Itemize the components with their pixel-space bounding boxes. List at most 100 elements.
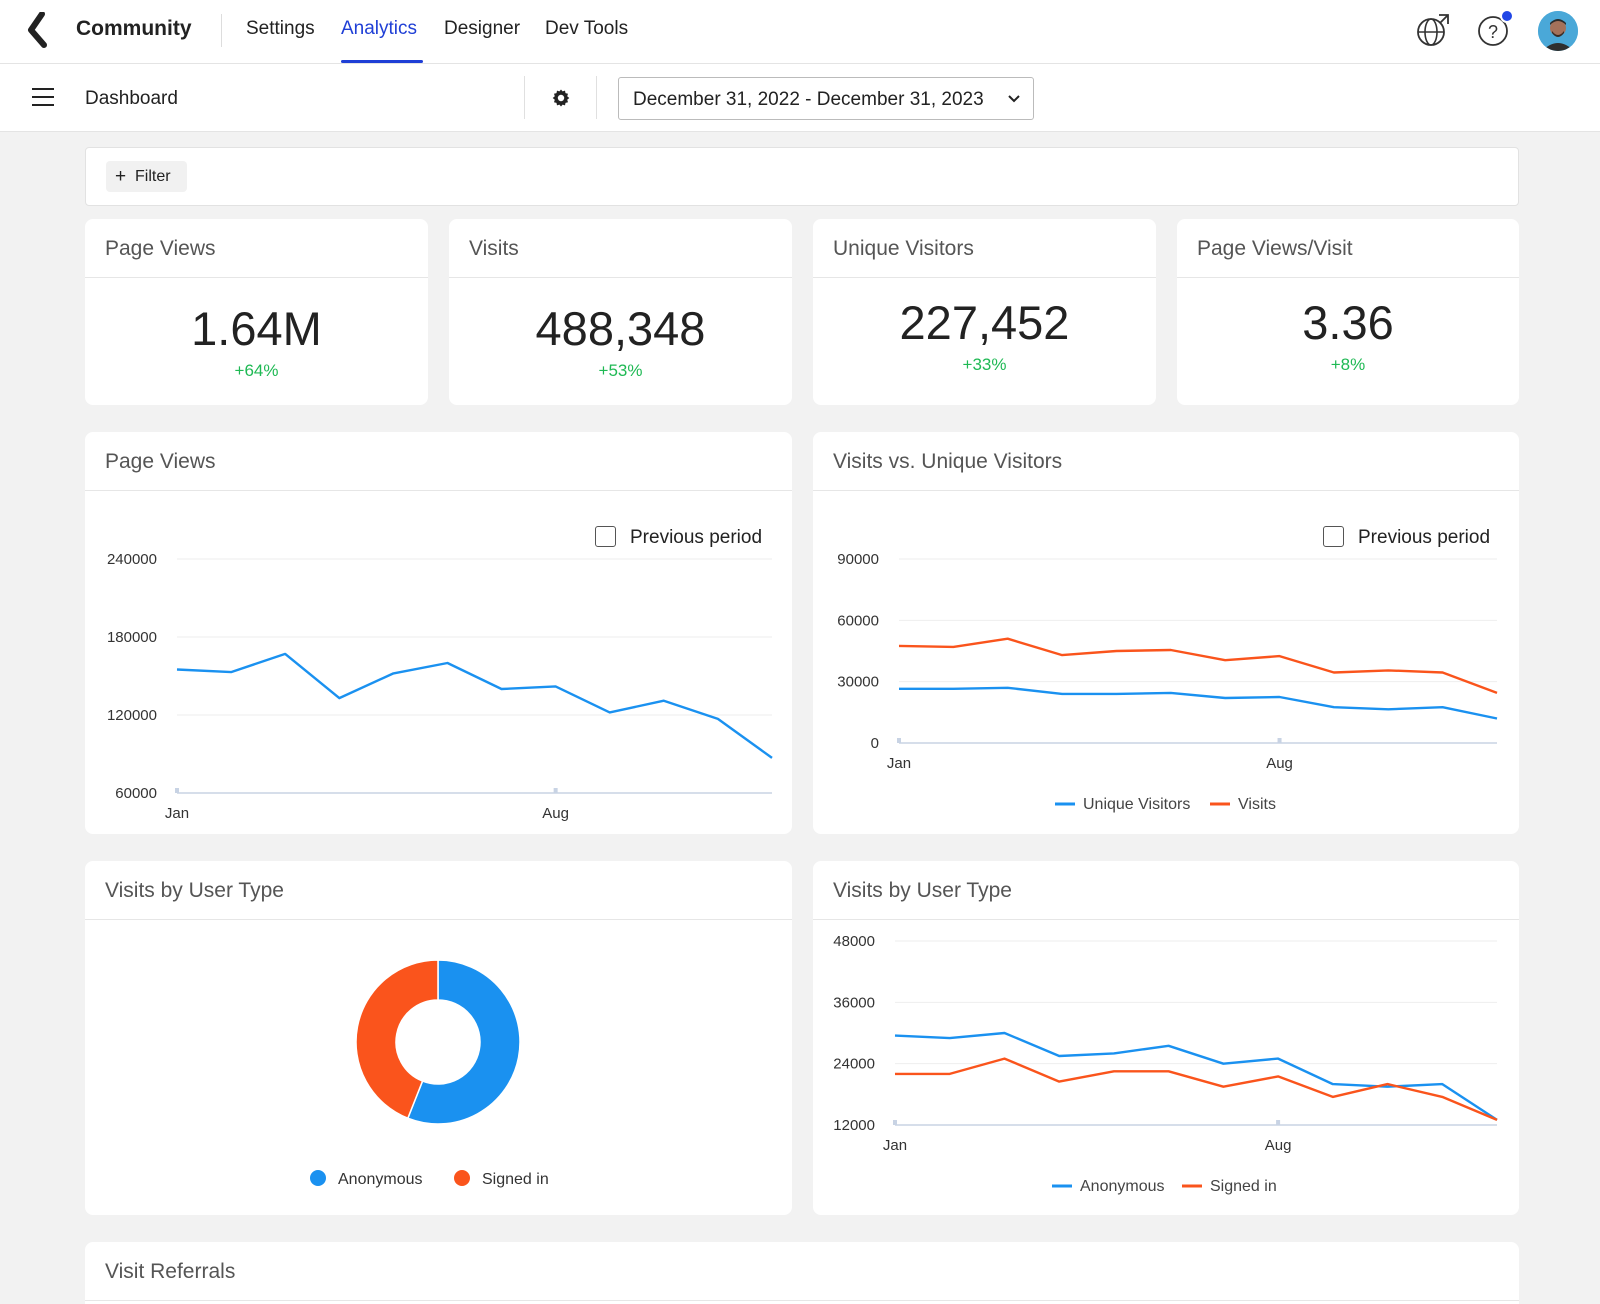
kpi-delta: +33% bbox=[962, 355, 1007, 374]
y-tick-label: 180000 bbox=[107, 629, 157, 646]
card-header: Unique Visitors bbox=[813, 219, 1156, 278]
series-line bbox=[895, 1057, 1498, 1122]
kpi-card-page-views-per-visit: Page Views/Visit 3.36 +8% bbox=[1177, 219, 1519, 405]
x-tick-label: Aug bbox=[1265, 1137, 1292, 1154]
legend-label: Anonymous bbox=[1080, 1178, 1165, 1195]
y-tick-label: 60000 bbox=[115, 785, 157, 802]
y-tick-label: 36000 bbox=[833, 994, 875, 1011]
add-filter-label: Filter bbox=[135, 168, 171, 185]
x-tick-mark bbox=[175, 788, 179, 793]
series-line bbox=[898, 637, 1498, 695]
card-title: Page Views bbox=[105, 237, 216, 260]
legend-label: Visits bbox=[1238, 796, 1276, 813]
card-header: Visits vs. Unique Visitors bbox=[813, 432, 1519, 491]
app-logo-icon[interactable] bbox=[22, 12, 56, 48]
y-tick-label: 0 bbox=[871, 735, 879, 752]
card-title: Page Views/Visit bbox=[1197, 237, 1353, 260]
legend-label: Anonymous bbox=[338, 1171, 423, 1188]
tab-designer[interactable]: Designer bbox=[444, 18, 520, 40]
page-title: Dashboard bbox=[85, 88, 178, 109]
card-title: Visits vs. Unique Visitors bbox=[833, 450, 1063, 473]
kpi-card-visits: Visits 488,348 +53% bbox=[449, 219, 792, 405]
legend-swatch bbox=[310, 1170, 326, 1186]
menu-icon[interactable] bbox=[32, 88, 54, 106]
user-type-line-chart: 48000 36000 24000 12000 Jan Aug Anonymous Signe… bbox=[833, 933, 1498, 1195]
checkbox-box[interactable] bbox=[595, 526, 616, 547]
legend-label: Signed in bbox=[1210, 1178, 1277, 1195]
date-range-select[interactable]: December 31, 2022 - December 31, 2023 bbox=[618, 77, 1034, 120]
y-tick-label: 12000 bbox=[833, 1117, 875, 1134]
legend-label: Signed in bbox=[482, 1171, 549, 1188]
y-tick-label: 120000 bbox=[107, 707, 157, 724]
notification-badge bbox=[1500, 9, 1514, 23]
tab-settings[interactable]: Settings bbox=[246, 18, 315, 40]
y-tick-label: 240000 bbox=[107, 551, 157, 568]
visits-vs-unique-chart: 90000 60000 30000 0 Jan Aug Unique Visitors Vis… bbox=[837, 551, 1498, 813]
x-tick-label: Jan bbox=[883, 1137, 907, 1154]
gear-icon[interactable] bbox=[551, 88, 571, 108]
kpi-card-unique-visitors: Unique Visitors 227,452 +33% bbox=[813, 219, 1156, 405]
x-tick-label: Aug bbox=[1266, 755, 1293, 772]
card-header: Page Views bbox=[85, 219, 428, 278]
globe-icon[interactable] bbox=[1415, 12, 1451, 48]
series-line bbox=[899, 686, 1498, 720]
series-line bbox=[176, 652, 773, 759]
nav-divider bbox=[221, 14, 222, 47]
toolbar-divider bbox=[524, 76, 525, 119]
tab-dev-tools[interactable]: Dev Tools bbox=[545, 18, 628, 40]
y-tick-label: 30000 bbox=[837, 674, 879, 691]
chevron-down-icon bbox=[1008, 95, 1020, 103]
svg-text:?: ? bbox=[1488, 22, 1498, 42]
y-tick-label: 90000 bbox=[837, 551, 879, 568]
legend-swatch bbox=[454, 1170, 470, 1186]
legend-label: Unique Visitors bbox=[1083, 796, 1190, 813]
x-tick-mark bbox=[897, 738, 901, 743]
toolbar-divider bbox=[596, 76, 597, 119]
y-tick-label: 48000 bbox=[833, 933, 875, 950]
card-title: Visits bbox=[469, 237, 519, 260]
card-header: Visit Referrals bbox=[85, 1242, 1519, 1301]
x-tick-mark bbox=[1277, 738, 1282, 743]
kpi-delta: +64% bbox=[234, 361, 279, 380]
card-header: Page Views bbox=[85, 432, 792, 491]
kpi-value: 1.64M bbox=[191, 302, 322, 355]
x-tick-label: Jan bbox=[165, 805, 189, 822]
dashboard-toolbar: Dashboard December 31, 2022 - December 3… bbox=[0, 64, 1600, 132]
visits-by-user-type-line-panel: Visits by User Type 48000 36000 24000 12000… bbox=[813, 861, 1519, 1215]
kpi-delta: +53% bbox=[598, 361, 643, 380]
card-header: Visits bbox=[449, 219, 792, 278]
avatar[interactable] bbox=[1538, 11, 1578, 51]
brand-name[interactable]: Community bbox=[76, 17, 192, 41]
user-type-donut-chart: Anonymous Signed in bbox=[310, 959, 549, 1188]
kpi-value: 488,348 bbox=[535, 302, 706, 355]
x-tick-label: Aug bbox=[542, 805, 569, 822]
visits-by-user-type-donut-panel: Visits by User Type Anonymous Signed in bbox=[85, 861, 792, 1215]
date-range-value: December 31, 2022 - December 31, 2023 bbox=[633, 89, 984, 110]
top-nav: Community Settings Analytics Designer De… bbox=[0, 0, 1600, 64]
card-title: Unique Visitors bbox=[833, 237, 974, 260]
checkbox-box[interactable] bbox=[1323, 526, 1344, 547]
filter-bar: + Filter bbox=[85, 147, 1519, 206]
x-tick-mark bbox=[553, 788, 558, 793]
kpi-card-page-views: Page Views 1.64M +64% bbox=[85, 219, 428, 405]
kpi-value: 227,452 bbox=[899, 296, 1070, 349]
visits-vs-unique-panel: Visits vs. Unique Visitors Previous peri… bbox=[813, 432, 1519, 834]
previous-period-label: Previous period bbox=[1358, 527, 1491, 548]
page-views-chart: 240000 180000 120000 60000 Jan Aug bbox=[107, 551, 773, 822]
active-tab-indicator bbox=[341, 60, 423, 63]
tab-analytics[interactable]: Analytics bbox=[341, 18, 417, 40]
x-tick-mark bbox=[893, 1120, 897, 1125]
plus-icon: + bbox=[115, 166, 127, 187]
add-filter-button[interactable]: + Filter bbox=[106, 161, 187, 192]
series-line bbox=[894, 1031, 1498, 1121]
card-header: Page Views/Visit bbox=[1177, 219, 1519, 278]
kpi-delta: +8% bbox=[1330, 355, 1366, 374]
kpi-value: 3.36 bbox=[1302, 296, 1394, 349]
card-title: Page Views bbox=[105, 450, 216, 473]
visit-referrals-panel: Visit Referrals bbox=[85, 1242, 1519, 1304]
card-title: Visit Referrals bbox=[105, 1260, 236, 1283]
y-tick-label: 60000 bbox=[837, 612, 879, 629]
x-tick-label: Jan bbox=[887, 755, 911, 772]
page-views-panel: Page Views Previous period 240000 180000 1… bbox=[85, 432, 792, 834]
y-tick-label: 24000 bbox=[833, 1056, 875, 1073]
